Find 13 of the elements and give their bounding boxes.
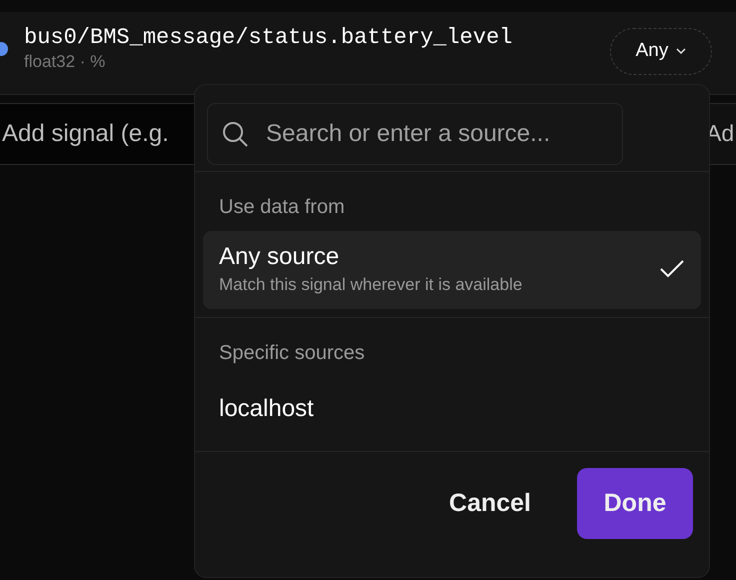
cancel-button[interactable]: Cancel — [443, 468, 537, 539]
signal-type: float32 · % — [24, 52, 106, 72]
source-dropdown[interactable]: Any — [610, 28, 712, 74]
section-heading: Specific sources — [218, 341, 366, 366]
search-field[interactable]: Search or enter a source... — [207, 103, 623, 165]
source-option[interactable]: localhost — [203, 377, 701, 443]
signal-name: bus0/BMS_message/status.battery_level — [24, 24, 514, 50]
section-heading: Use data from — [218, 195, 346, 220]
done-button[interactable]: Done — [577, 468, 693, 539]
chevron-down-icon — [676, 48, 686, 54]
source-option[interactable]: Any source Match this signal wherever it is available — [203, 231, 701, 309]
search-icon — [221, 120, 249, 148]
check-icon — [659, 259, 685, 279]
